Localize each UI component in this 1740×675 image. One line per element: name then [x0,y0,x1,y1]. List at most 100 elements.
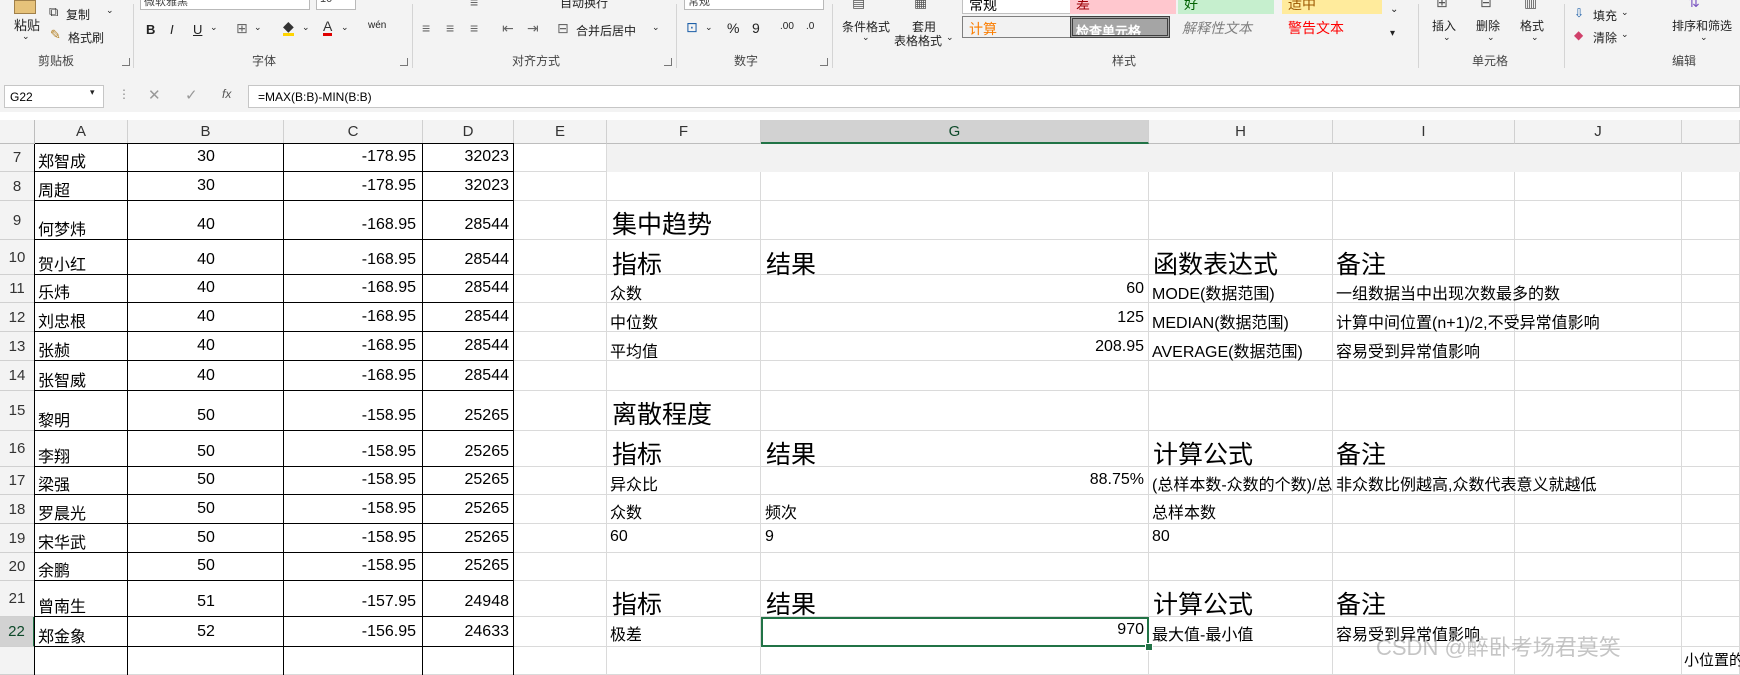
value-c-cell[interactable]: -168.95 [284,279,416,297]
delete-cells-icon[interactable]: ⊟ [1480,0,1492,11]
number-launcher-icon[interactable] [820,58,828,66]
copy-dropdown-icon[interactable]: ⌄ [106,5,114,16]
column-header-c[interactable]: C [284,120,423,144]
mean-note-cell[interactable]: 容易受到异常值影响 [1336,338,1480,362]
name-cell[interactable]: 张赪 [38,337,70,361]
range-formula-cell[interactable]: 最大值-最小值 [1152,621,1253,645]
column-header-f[interactable]: F [607,120,761,144]
worksheet-grid[interactable] [0,120,1740,675]
font-launcher-icon[interactable] [400,58,408,66]
value-d-cell[interactable]: 25265 [423,443,510,461]
conditional-format-dropdown-icon[interactable]: ⌄ [862,32,870,43]
value-c-cell[interactable]: -168.95 [284,216,416,234]
name-box[interactable]: G22 [4,85,104,108]
column-header-k[interactable] [1682,120,1740,144]
fill-color-icon[interactable]: ◆ [283,19,294,36]
value-c-cell[interactable]: -168.95 [284,251,416,269]
merge-dropdown-icon[interactable]: ⌄ [652,22,660,33]
align-top-icon[interactable]: ≡ [470,0,478,10]
format-as-table-dropdown-icon[interactable]: ⌄ [946,32,954,43]
value-b-cell[interactable]: 40 [128,308,284,326]
value-d-cell[interactable]: 28544 [423,337,510,355]
row-header-12[interactable]: 12 [0,303,35,332]
fill-dropdown-icon[interactable]: ⌄ [1621,7,1629,18]
row-header-19[interactable]: 19 [0,524,35,553]
mode-value-cell[interactable]: 60 [762,280,1144,298]
percent-button[interactable]: % [727,20,739,36]
mean-function-cell[interactable]: AVERAGE(数据范围) [1152,338,1303,362]
value-d-cell[interactable]: 24633 [423,623,510,641]
mean-value-cell[interactable]: 208.95 [762,338,1144,356]
alignment-launcher-icon[interactable] [664,58,672,66]
column-header-e[interactable]: E [514,120,607,144]
border-icon[interactable]: ⊞ [236,20,248,37]
row-header-18[interactable]: 18 [0,495,35,524]
value-b-cell[interactable]: 52 [128,623,284,641]
value-d-cell[interactable]: 28544 [423,308,510,326]
fill-color-dropdown-icon[interactable]: ⌄ [302,22,310,33]
style-neutral[interactable]: 适中 [1282,0,1382,14]
value-d-cell[interactable]: 32023 [423,148,510,166]
style-check-cell[interactable]: 检查单元格 [1070,16,1170,38]
value-d-cell[interactable]: 25265 [423,500,510,518]
value-d-cell[interactable]: 24948 [423,593,510,611]
format-painter-button[interactable]: 格式刷 [68,29,104,46]
insert-function-icon[interactable]: fx [222,87,231,101]
column-header-b[interactable]: B [128,120,284,144]
row-header-7[interactable]: 7 [0,144,35,172]
value-c-cell[interactable]: -158.95 [284,407,416,425]
value-c-cell[interactable]: -156.95 [284,623,416,641]
accounting-format-icon[interactable]: ⊡ [686,19,698,36]
name-cell[interactable]: 罗晨光 [38,500,86,524]
value-b-cell[interactable]: 30 [128,177,284,195]
paste-icon[interactable] [14,0,36,14]
conditional-format-icon[interactable]: ▤ [852,0,865,11]
value-b-cell[interactable]: 40 [128,216,284,234]
row-header-22[interactable]: 22 [0,617,35,647]
name-cell[interactable]: 周超 [38,177,70,201]
accounting-dropdown-icon[interactable]: ⌄ [705,22,713,33]
style-bad[interactable]: 差 [1070,0,1176,14]
value-c-cell[interactable]: -157.95 [284,593,416,611]
style-explanatory[interactable]: 解释性文本 [1176,16,1282,38]
fill-icon[interactable]: ⇩ [1574,6,1584,20]
value-b-cell[interactable]: 50 [128,529,284,547]
font-name-combo[interactable]: 微软雅黑 [140,0,310,10]
mode-note-cell[interactable]: 一组数据当中出现次数最多的数 [1336,280,1560,304]
column-header-i[interactable]: I [1333,120,1515,144]
total-samples-subheader-cell[interactable]: 总样本数 [1152,499,1216,523]
name-cell[interactable]: 宋华武 [38,529,86,553]
value-b-cell[interactable]: 40 [128,251,284,269]
font-color-icon[interactable]: A [323,19,333,36]
frequency-subvalue-cell[interactable]: 9 [765,528,774,546]
column-header-h[interactable]: H [1149,120,1333,144]
clear-dropdown-icon[interactable]: ⌄ [1621,29,1629,40]
value-d-cell[interactable]: 28544 [423,279,510,297]
insert-cells-icon[interactable]: ⊞ [1436,0,1448,11]
value-b-cell[interactable]: 50 [128,500,284,518]
mode-function-cell[interactable]: MODE(数据范围) [1152,280,1275,304]
copy-button[interactable]: 复制 [66,6,90,23]
variation-ratio-note-cell[interactable]: 非众数比例越高,众数代表意义就越低 [1336,471,1596,495]
name-cell[interactable]: 乐炜 [38,279,70,303]
name-cell[interactable]: 张智威 [38,367,86,391]
row-header-15[interactable]: 15 [0,391,35,431]
copy-icon[interactable]: ⧉ [49,4,58,20]
phonetic-button[interactable]: wén [368,20,386,31]
value-b-cell[interactable]: 40 [128,367,284,385]
value-c-cell[interactable]: -158.95 [284,471,416,489]
value-c-cell[interactable]: -178.95 [284,177,416,195]
font-color-dropdown-icon[interactable]: ⌄ [341,22,349,33]
name-cell[interactable]: 余鹏 [38,557,70,581]
underline-button[interactable]: U [193,22,202,37]
value-d-cell[interactable]: 25265 [423,407,510,425]
merge-center-button[interactable]: 合并后居中 [576,22,636,39]
mode-name-cell[interactable]: 众数 [610,280,642,304]
variation-ratio-formula-cell[interactable]: (总样本数-众数的个数)/总样本数 [1152,471,1332,495]
value-d-cell[interactable]: 25265 [423,557,510,575]
cancel-icon[interactable]: ✕ [148,86,161,104]
format-cells-icon[interactable]: ▥ [1524,0,1537,11]
value-c-cell[interactable]: -178.95 [284,148,416,166]
value-d-cell[interactable]: 28544 [423,216,510,234]
mean-name-cell[interactable]: 平均值 [610,338,658,362]
